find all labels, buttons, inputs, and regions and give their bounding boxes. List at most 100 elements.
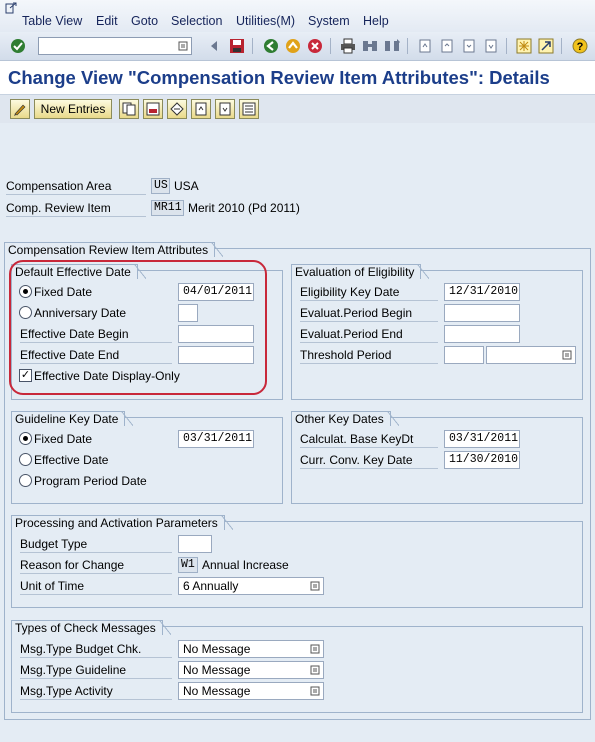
guideline-fixed-radio[interactable] [19,432,32,445]
budget-check-value: No Message [183,642,251,656]
label-underline [6,216,146,217]
menu-utilities[interactable]: Utilities(M) [236,14,295,28]
arrow-left-small-icon[interactable] [205,37,223,55]
delete-icon[interactable] [143,99,163,119]
budget-type-input[interactable] [178,535,212,553]
eligibility-key-date-input[interactable]: 12/31/2010 [444,283,520,301]
find-next-icon[interactable] [383,37,401,55]
previous-page-icon[interactable] [438,37,456,55]
reason-label: Reason for Change [20,558,125,572]
new-entries-button[interactable]: New Entries [34,99,112,119]
eligibility-key-date-label: Eligibility Key Date [300,285,400,299]
period-begin-input[interactable] [444,304,520,322]
label-underline [300,342,438,343]
command-field[interactable] [38,37,192,55]
comp-area-code: US [151,178,170,194]
guideline-effective-radio[interactable] [19,453,32,466]
review-item-label: Comp. Review Item [6,201,111,215]
threshold-period-input[interactable] [444,346,484,364]
enter-icon[interactable] [9,37,27,55]
display-change-icon[interactable] [10,99,30,119]
svg-text:?: ? [577,41,584,53]
copy-icon[interactable] [119,99,139,119]
exit-up-icon[interactable] [284,37,302,55]
dropdown-icon[interactable] [310,644,320,654]
menu-system[interactable]: System [308,14,350,28]
curr-conv-label: Curr. Conv. Key Date [300,453,413,467]
create-session-icon[interactable] [515,37,533,55]
label-underline [6,194,146,195]
label-underline [300,468,438,469]
guideline-effective-label: Effective Date [34,453,109,467]
calc-base-input[interactable]: 03/31/2011 [444,430,520,448]
exit-icon[interactable] [5,2,17,14]
guideline-fixed-label: Fixed Date [34,432,93,446]
previous-entry-icon[interactable] [191,99,211,119]
next-page-icon[interactable] [460,37,478,55]
dropdown-icon[interactable] [178,41,188,51]
period-begin-label: Evaluat.Period Begin [300,306,413,320]
other-dates-title: Other Key Dates [291,411,399,426]
find-icon[interactable] [361,37,379,55]
highlight-annotation [9,260,267,395]
eligibility-title: Evaluation of Eligibility [291,264,430,279]
cancel-icon[interactable] [306,37,324,55]
separator [506,38,507,54]
dropdown-icon[interactable] [562,350,572,360]
menu-edit[interactable]: Edit [96,14,118,28]
reason-text: Annual Increase [202,558,289,572]
menu-selection[interactable]: Selection [171,14,222,28]
menu-help[interactable]: Help [363,14,389,28]
application-toolbar: New Entries [0,94,595,124]
dropdown-icon[interactable] [310,581,320,591]
label-underline [20,678,172,679]
first-page-icon[interactable] [416,37,434,55]
guideline-check-label: Msg.Type Guideline [20,663,127,677]
label-underline [20,552,172,553]
activity-check-select[interactable]: No Message [178,682,324,700]
guideline-title: Guideline Key Date [11,411,134,426]
budget-type-label: Budget Type [20,537,88,551]
threshold-period-label: Threshold Period [300,348,392,362]
page-title: Change View "Compensation Review Item At… [8,67,550,88]
menu-table-view[interactable]: Table View [22,14,82,28]
last-page-icon[interactable] [482,37,500,55]
shortcut-icon[interactable] [537,37,555,55]
review-item-code: MR11 [151,200,184,216]
help-icon[interactable]: ? [571,37,589,55]
save-icon[interactable] [228,37,246,55]
label-underline [300,300,438,301]
activity-check-value: No Message [183,684,251,698]
next-entry-icon[interactable] [215,99,235,119]
threshold-unit-select[interactable] [486,346,576,364]
guideline-check-value: No Message [183,663,251,677]
menu-bar: Table View Edit Goto Selection Utilities… [0,0,595,32]
check-messages-title: Types of Check Messages [11,620,171,635]
budget-check-select[interactable]: No Message [178,640,324,658]
print-icon[interactable] [339,37,357,55]
dropdown-icon[interactable] [310,686,320,696]
guideline-fixed-input[interactable]: 03/31/2011 [178,430,254,448]
curr-conv-input[interactable]: 11/30/2010 [444,451,520,469]
period-end-input[interactable] [444,325,520,343]
back-icon[interactable] [262,37,280,55]
dropdown-icon[interactable] [310,665,320,675]
select-all-icon[interactable] [239,99,259,119]
separator [252,38,253,54]
guideline-check-select[interactable]: No Message [178,661,324,679]
title-bar: Change View "Compensation Review Item At… [0,61,595,94]
label-underline [20,657,172,658]
separator [407,38,408,54]
comp-area-text: USA [174,179,199,193]
comp-area-label: Compensation Area [6,179,112,193]
undo-change-icon[interactable] [167,99,187,119]
menu-goto[interactable]: Goto [131,14,158,28]
label-underline [20,699,172,700]
guideline-program-radio[interactable] [19,474,32,487]
content-area: Compensation Area US USA Comp. Review It… [0,123,595,742]
unit-of-time-select[interactable]: 6 Annually [178,577,324,595]
unit-of-time-value: 6 Annually [183,579,239,593]
attributes-group-title: Compensation Review Item Attributes [4,242,224,257]
unit-of-time-label: Unit of Time [20,579,85,593]
label-underline [20,594,172,595]
